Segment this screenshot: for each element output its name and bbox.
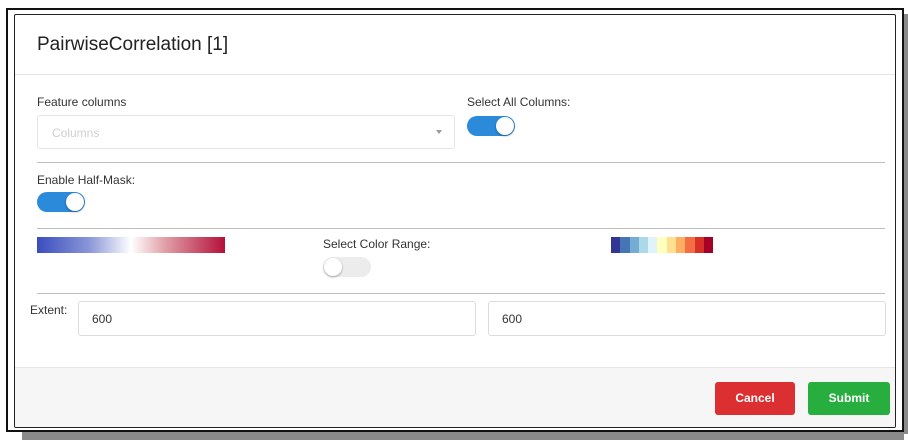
palette-color-swatch — [666, 237, 677, 253]
palette-color-swatch — [620, 237, 630, 253]
toggle-knob — [324, 258, 342, 276]
palette-color-swatch — [638, 237, 649, 253]
palette-color-swatch — [629, 237, 639, 253]
submit-button[interactable]: Submit — [808, 382, 890, 415]
select-all-columns-toggle[interactable] — [467, 116, 515, 136]
window-shadow-bottom — [22, 432, 904, 440]
extent-label: Extent: — [30, 303, 68, 317]
feature-columns-placeholder: Columns — [52, 126, 100, 140]
palette-color-swatch — [611, 237, 621, 253]
palette-color-swatch — [648, 237, 658, 253]
divider — [37, 162, 885, 163]
palette-color-swatch — [657, 237, 667, 253]
modal-footer: Cancel Submit — [15, 367, 895, 427]
color-range-toggle[interactable] — [323, 257, 371, 277]
extent-width-input[interactable] — [78, 301, 476, 336]
palette-color-swatch — [703, 237, 714, 253]
modal-header: PairwiseCorrelation [1] — [15, 15, 895, 75]
cancel-button[interactable]: Cancel — [715, 382, 795, 415]
window-shadow-right — [904, 14, 908, 434]
modal-dialog: PairwiseCorrelation [1] Feature columns … — [14, 14, 896, 428]
feature-columns-label: Feature columns — [37, 95, 127, 109]
toggle-knob — [66, 193, 84, 211]
select-all-columns-label: Select All Columns: — [467, 95, 571, 109]
modal-title: PairwiseCorrelation [1] — [37, 34, 229, 55]
chevron-down-icon — [436, 130, 442, 134]
palette-color-swatch — [676, 237, 686, 253]
half-mask-toggle[interactable] — [37, 192, 85, 212]
palette-color-swatch — [685, 237, 695, 253]
diverging-gradient-swatch — [37, 237, 225, 253]
extent-height-input[interactable] — [488, 301, 886, 336]
toggle-knob — [496, 117, 514, 135]
divider — [37, 228, 885, 229]
feature-columns-select[interactable]: Columns — [37, 115, 455, 149]
divider — [37, 293, 885, 294]
discrete-palette-swatch — [611, 237, 714, 253]
half-mask-label: Enable Half-Mask: — [37, 173, 136, 187]
palette-color-swatch — [694, 237, 704, 253]
color-range-label: Select Color Range: — [323, 237, 431, 251]
